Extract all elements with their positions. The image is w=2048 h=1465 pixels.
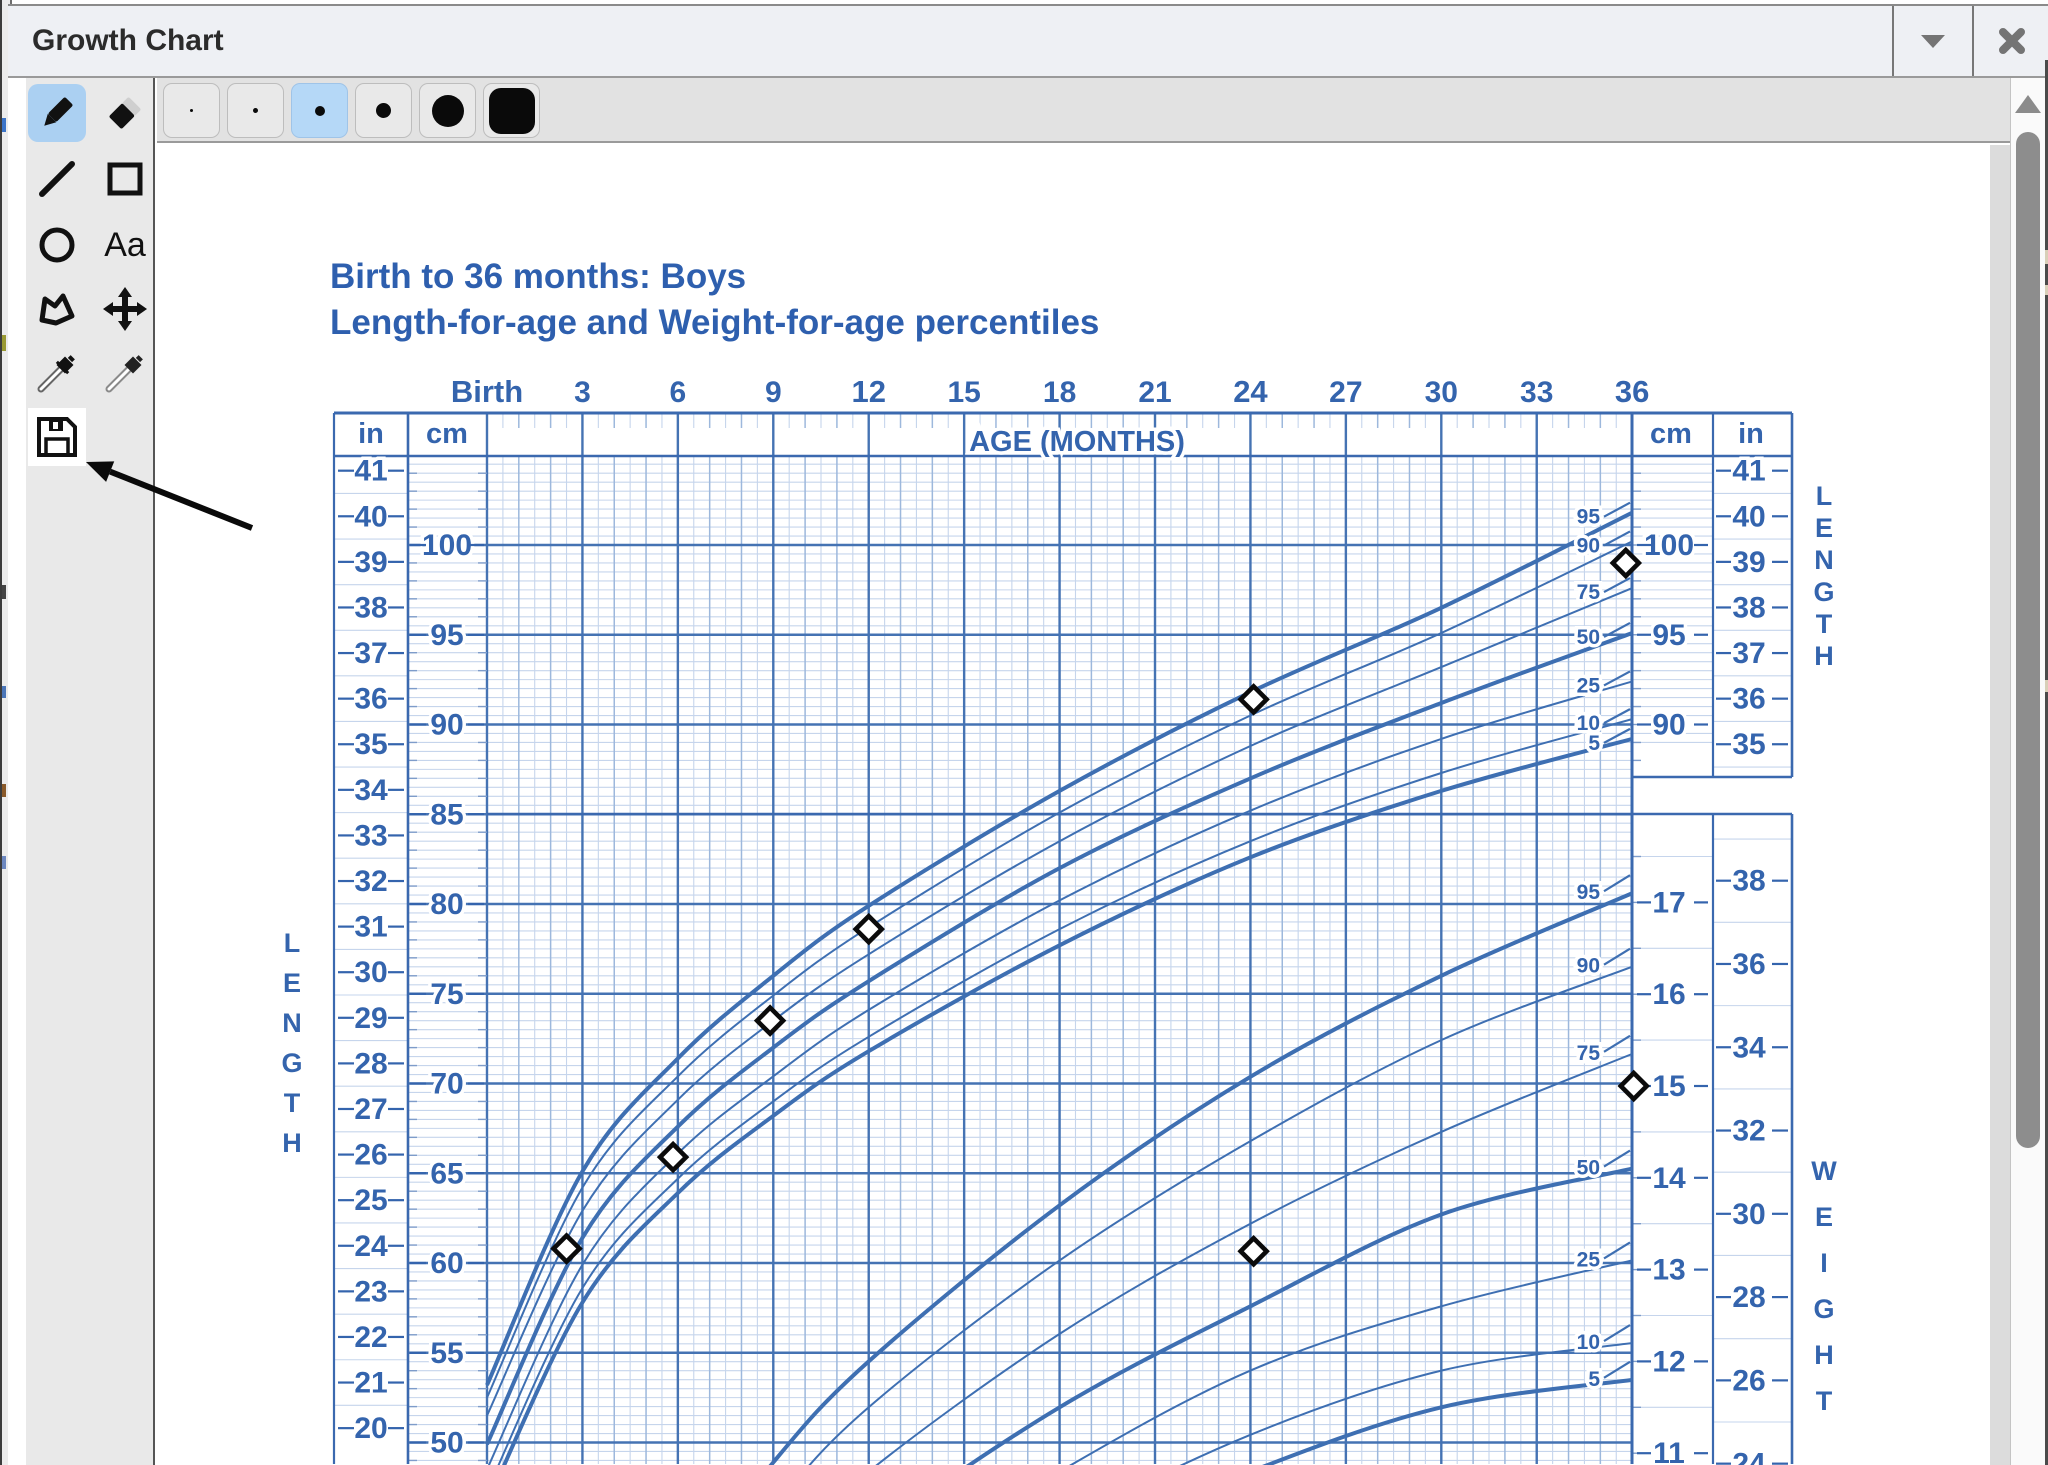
move-icon bbox=[102, 286, 148, 332]
title-bar: Growth Chart bbox=[8, 4, 2048, 78]
eyedropper-alt-tool-button[interactable] bbox=[96, 344, 154, 402]
brush-size-6-button[interactable] bbox=[483, 83, 540, 138]
minimize-button[interactable] bbox=[1892, 6, 1972, 76]
sliver-fragment bbox=[2, 686, 6, 698]
line-tool-button[interactable] bbox=[28, 150, 86, 208]
panel-margin bbox=[8, 78, 26, 1465]
sliver-fragment bbox=[2, 335, 6, 351]
eyedropper-tool-button[interactable] bbox=[28, 344, 86, 402]
polygon-icon bbox=[34, 286, 80, 332]
ellipse-icon bbox=[34, 222, 80, 268]
text-tool-label: Aa bbox=[104, 226, 146, 265]
sliver-fragment bbox=[2, 856, 6, 869]
brush-size-1-button[interactable] bbox=[163, 83, 220, 138]
canvas-margin bbox=[1990, 145, 2010, 1465]
close-icon bbox=[1997, 26, 2027, 56]
sliver-fragment bbox=[2, 118, 6, 132]
eraser-tool-button[interactable] bbox=[96, 84, 154, 142]
paint-canvas[interactable] bbox=[157, 145, 1990, 1465]
eyedropper-icon bbox=[34, 350, 80, 396]
brush-size-3-button[interactable] bbox=[291, 83, 348, 138]
text-tool-button[interactable]: Aa bbox=[96, 216, 154, 274]
pencil-icon bbox=[34, 90, 80, 136]
up-arrow-icon bbox=[2014, 94, 2042, 114]
sliver-fragment bbox=[2, 585, 6, 599]
brush-dot-icon bbox=[432, 95, 464, 127]
brush-dot-icon bbox=[315, 106, 325, 116]
brush-size-2-button[interactable] bbox=[227, 83, 284, 138]
sliver-fragment bbox=[2, 784, 6, 797]
brush-dot-icon bbox=[376, 103, 391, 118]
eyedropper-alt-icon bbox=[102, 350, 148, 396]
vertical-scrollbar[interactable] bbox=[2010, 78, 2045, 1465]
pencil-tool-button[interactable] bbox=[28, 84, 86, 142]
polygon-tool-button[interactable] bbox=[28, 280, 86, 338]
window-title: Growth Chart bbox=[32, 24, 224, 58]
brush-size-4-button[interactable] bbox=[355, 83, 412, 138]
scroll-up-button[interactable] bbox=[2011, 86, 2045, 122]
brush-square-icon bbox=[489, 88, 535, 134]
ellipse-tool-button[interactable] bbox=[28, 216, 86, 274]
scrollbar-thumb[interactable] bbox=[2016, 132, 2040, 1148]
brush-dot-icon bbox=[190, 109, 193, 112]
rectangle-icon bbox=[102, 156, 148, 202]
brush-dot-icon bbox=[253, 108, 258, 113]
line-icon bbox=[34, 156, 80, 202]
tool-palette: Aa bbox=[8, 78, 155, 1465]
eraser-icon bbox=[102, 90, 148, 136]
move-tool-button[interactable] bbox=[96, 280, 154, 338]
save-icon bbox=[32, 412, 82, 462]
brush-size-5-button[interactable] bbox=[419, 83, 476, 138]
brush-size-toolbar bbox=[157, 78, 2010, 143]
minimize-icon bbox=[1920, 33, 1946, 49]
save-tool-button[interactable] bbox=[28, 408, 86, 466]
close-button[interactable] bbox=[1972, 6, 2048, 76]
rectangle-tool-button[interactable] bbox=[96, 150, 154, 208]
